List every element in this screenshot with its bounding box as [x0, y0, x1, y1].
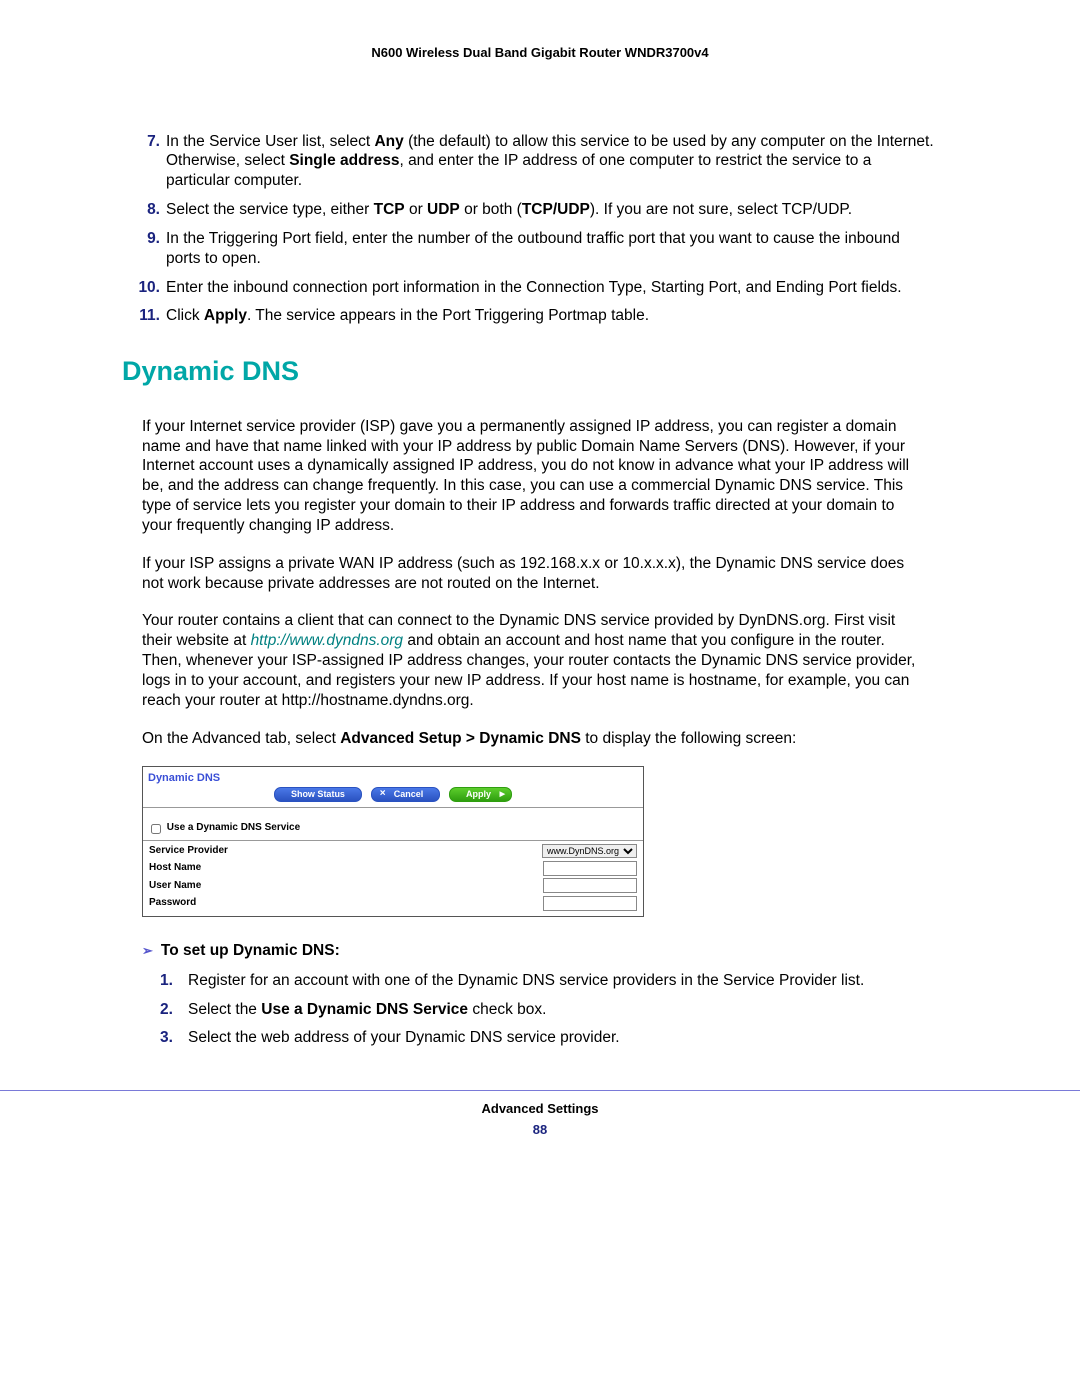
paragraph: Your router contains a client that can c…: [142, 611, 923, 710]
step-item: 11. Click Apply. The service appears in t…: [122, 306, 935, 326]
step-text: Select the web address of your Dynamic D…: [188, 1029, 620, 1046]
step-number: 3.: [160, 1028, 173, 1048]
step-text: Select the service type, either TCP or U…: [166, 201, 852, 218]
step-number: 1.: [160, 971, 173, 991]
ddns-screenshot-panel: Dynamic DNS Show Status Cancel Apply Use…: [142, 766, 644, 917]
page-number: 88: [0, 1122, 1080, 1139]
apply-button[interactable]: Apply: [449, 787, 512, 802]
step-text: Register for an account with one of the …: [188, 972, 864, 989]
use-ddns-label: Use a Dynamic DNS Service: [167, 822, 300, 833]
dyndns-link[interactable]: http://www.dyndns.org: [251, 632, 404, 649]
step-item: 7. In the Service User list, select Any (…: [122, 132, 935, 191]
step-text: Click Apply. The service appears in the …: [166, 307, 649, 324]
setup-steps: 1. Register for an account with one of th…: [150, 971, 935, 1048]
paragraph: On the Advanced tab, select Advanced Set…: [142, 729, 923, 749]
paragraph: If your Internet service provider (ISP) …: [142, 417, 923, 536]
step-text: Select the Use a Dynamic DNS Service che…: [188, 1001, 546, 1018]
panel-title: Dynamic DNS: [148, 771, 638, 785]
service-provider-label: Service Provider: [149, 845, 228, 858]
step-number: 7.: [130, 132, 160, 152]
arrow-icon: ➢: [142, 943, 153, 958]
setup-step-item: 3. Select the web address of your Dynamic…: [150, 1028, 935, 1048]
setup-step-item: 2. Select the Use a Dynamic DNS Service c…: [150, 1000, 935, 1020]
section-heading-dynamic-dns: Dynamic DNS: [122, 354, 935, 389]
step-item: 8. Select the service type, either TCP or…: [122, 200, 935, 220]
numbered-steps: 7. In the Service User list, select Any (…: [122, 132, 935, 327]
step-text: In the Service User list, select Any (th…: [166, 133, 934, 190]
user-name-input[interactable]: [543, 878, 637, 893]
step-item: 9. In the Triggering Port field, enter th…: [122, 229, 935, 269]
cancel-button[interactable]: Cancel: [371, 787, 441, 802]
password-label: Password: [149, 897, 196, 910]
password-input[interactable]: [543, 896, 637, 911]
host-name-label: Host Name: [149, 862, 201, 875]
step-number: 9.: [130, 229, 160, 249]
use-ddns-checkbox[interactable]: [151, 824, 161, 834]
step-number: 8.: [130, 200, 160, 220]
step-item: 10. Enter the inbound connection port inf…: [122, 278, 935, 298]
procedure-heading: ➢ To set up Dynamic DNS:: [142, 941, 935, 961]
doc-header: N600 Wireless Dual Band Gigabit Router W…: [0, 45, 1080, 62]
step-number: 11.: [130, 306, 160, 326]
show-status-button[interactable]: Show Status: [274, 787, 362, 802]
step-number: 2.: [160, 1000, 173, 1020]
step-text: Enter the inbound connection port inform…: [166, 279, 902, 296]
footer-title: Advanced Settings: [0, 1101, 1080, 1118]
host-name-input[interactable]: [543, 861, 637, 876]
step-number: 10.: [130, 278, 160, 298]
step-text: In the Triggering Port field, enter the …: [166, 230, 900, 267]
procedure-title: To set up Dynamic DNS:: [161, 942, 340, 959]
page-footer: Advanced Settings 88: [0, 1090, 1080, 1138]
setup-step-item: 1. Register for an account with one of th…: [150, 971, 935, 991]
user-name-label: User Name: [149, 880, 201, 893]
paragraph: If your ISP assigns a private WAN IP add…: [142, 554, 923, 594]
service-provider-select[interactable]: www.DynDNS.org: [542, 844, 637, 858]
